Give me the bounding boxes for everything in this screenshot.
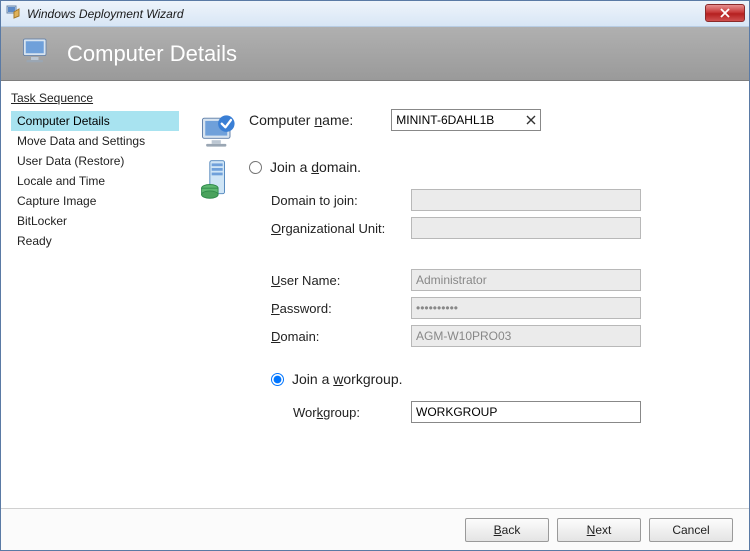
radio-join-domain-label: Join a domain. (270, 159, 361, 175)
domain-label: Domain: (271, 329, 411, 344)
sidebar-item-computer-details[interactable]: Computer Details (11, 111, 179, 131)
ou-label: Organizational Unit: (271, 221, 411, 236)
content-panel: Computer name: (179, 81, 749, 508)
radio-join-domain[interactable] (249, 161, 262, 174)
username-label: User Name: (271, 273, 411, 288)
domain-to-join-input (411, 189, 641, 211)
domain-to-join-label: Domain to join: (271, 193, 411, 208)
back-button[interactable]: Back (465, 518, 549, 542)
radio-join-workgroup-label: Join a workgroup. (292, 371, 403, 387)
sidebar-item-locale-time[interactable]: Locale and Time (11, 171, 179, 191)
server-icon (189, 157, 249, 201)
computer-name-icon (189, 109, 249, 153)
wizard-header: Computer Details (1, 27, 749, 81)
window-title: Windows Deployment Wizard (27, 7, 184, 21)
sidebar-item-capture-image[interactable]: Capture Image (11, 191, 179, 211)
ou-input (411, 217, 641, 239)
sidebar-item-user-data-restore[interactable]: User Data (Restore) (11, 151, 179, 171)
app-icon (5, 3, 21, 24)
radio-join-workgroup[interactable] (271, 373, 284, 386)
button-bar: Back Next Cancel (1, 508, 749, 550)
next-button[interactable]: Next (557, 518, 641, 542)
computer-name-input[interactable] (391, 109, 541, 131)
sidebar-item-bitlocker[interactable]: BitLocker (11, 211, 179, 231)
username-input (411, 269, 641, 291)
deployment-wizard-window: Windows Deployment Wizard Computer Detai… (0, 0, 750, 551)
computer-name-label: Computer name: (249, 112, 353, 128)
titlebar: Windows Deployment Wizard (1, 1, 749, 27)
sidebar-item-move-data[interactable]: Move Data and Settings (11, 131, 179, 151)
password-label: Password: (271, 301, 411, 316)
computer-icon (19, 33, 55, 74)
sidebar: Task Sequence Computer Details Move Data… (1, 81, 179, 508)
domain-input (411, 325, 641, 347)
sidebar-heading[interactable]: Task Sequence (11, 91, 179, 105)
clear-icon[interactable] (520, 110, 540, 130)
cancel-button[interactable]: Cancel (649, 518, 733, 542)
close-button[interactable] (705, 4, 745, 22)
workgroup-label: Workgroup: (271, 405, 411, 420)
page-title: Computer Details (67, 41, 237, 67)
workgroup-input[interactable] (411, 401, 641, 423)
sidebar-item-ready[interactable]: Ready (11, 231, 179, 251)
password-input (411, 297, 641, 319)
